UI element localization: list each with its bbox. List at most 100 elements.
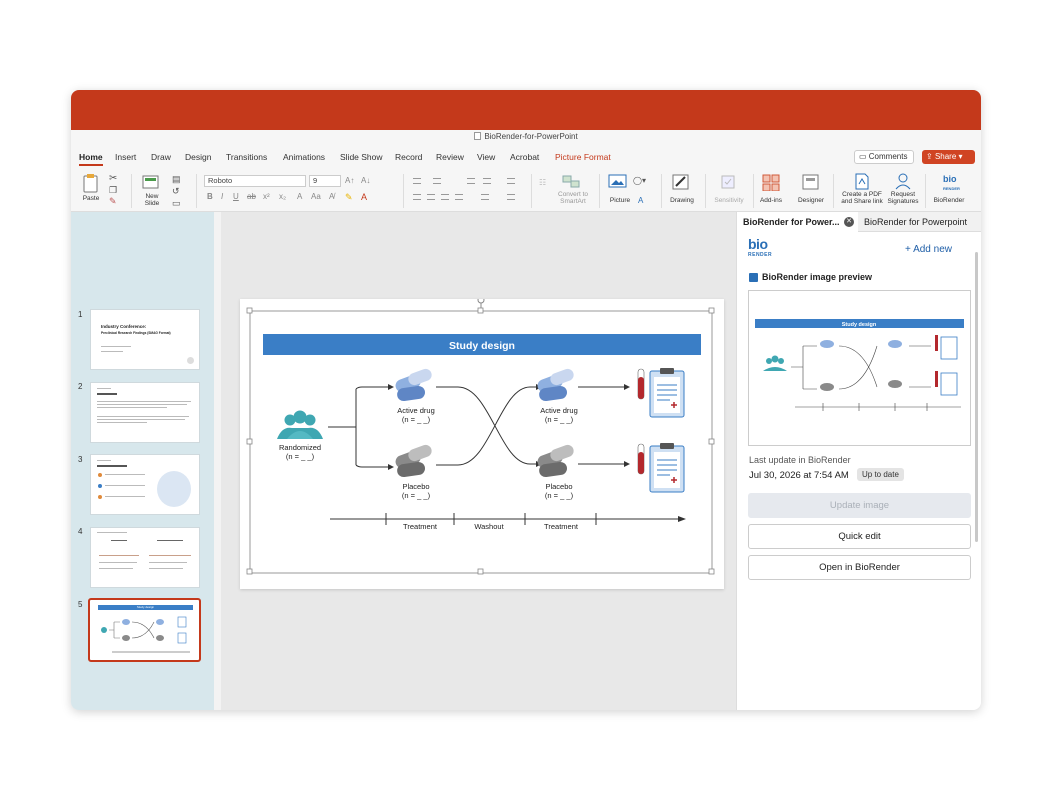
thumb-line bbox=[105, 496, 145, 497]
shapes-icon[interactable]: ◯▾ bbox=[633, 176, 646, 185]
tab-picture-format[interactable]: Picture Format bbox=[555, 152, 611, 162]
section-icon[interactable]: ▭ bbox=[172, 198, 181, 209]
thumb-diagram bbox=[101, 616, 190, 653]
subscript-icon[interactable]: x₂ bbox=[279, 192, 286, 201]
align-center-icon[interactable] bbox=[427, 194, 435, 200]
slide-thumbnail-2[interactable] bbox=[90, 382, 200, 443]
close-icon[interactable]: ✕ bbox=[844, 217, 854, 227]
pill-icon bbox=[395, 368, 432, 402]
drawing-icon[interactable] bbox=[671, 173, 691, 191]
new-slide-icon[interactable] bbox=[141, 173, 161, 191]
decrease-indent-icon[interactable] bbox=[467, 178, 475, 184]
sensitivity-icon[interactable] bbox=[719, 173, 737, 191]
pane-tab-active[interactable]: BioRender for Power... bbox=[737, 212, 858, 232]
thumb-line bbox=[97, 393, 117, 395]
divider bbox=[705, 174, 706, 208]
tab-insert[interactable]: Insert bbox=[115, 152, 136, 162]
share-button[interactable]: ⇪ Share ▾ bbox=[922, 150, 975, 164]
case-icon[interactable]: Aa bbox=[311, 192, 321, 201]
update-image-button[interactable]: Update image bbox=[748, 493, 971, 518]
align-right-icon[interactable] bbox=[441, 194, 449, 200]
pane-tab-other[interactable]: BioRender for Powerpoint bbox=[864, 212, 981, 232]
tab-acrobat[interactable]: Acrobat bbox=[510, 152, 539, 162]
columns-icon[interactable]: ☷ bbox=[539, 178, 546, 187]
slide-thumbnail-5[interactable]: Study design bbox=[88, 598, 201, 662]
thumb-line bbox=[97, 404, 187, 405]
designer-icon[interactable] bbox=[801, 173, 821, 191]
quick-edit-button[interactable]: Quick edit bbox=[748, 524, 971, 549]
slide-thumbnail-1[interactable]: Industry Conference: Preclinical Researc… bbox=[90, 309, 200, 370]
crossover-lines bbox=[436, 386, 540, 466]
align-left-icon[interactable] bbox=[413, 194, 421, 200]
paste-icon[interactable] bbox=[81, 173, 101, 193]
tab-transitions[interactable]: Transitions bbox=[226, 152, 267, 162]
open-in-biorender-button[interactable]: Open in BioRender bbox=[748, 555, 971, 580]
preview-diagram: Study design bbox=[755, 319, 964, 411]
tab-review[interactable]: Review bbox=[436, 152, 464, 162]
pane-scrollbar[interactable] bbox=[975, 252, 978, 542]
thumb-bullet bbox=[98, 484, 102, 488]
copy-icon[interactable]: ❐ bbox=[109, 185, 117, 196]
tab-home[interactable]: Home bbox=[79, 152, 103, 166]
grow-font-icon[interactable]: A↑ bbox=[345, 176, 354, 185]
bold-icon[interactable]: B bbox=[207, 192, 213, 201]
font-size-select[interactable]: 9 bbox=[309, 175, 341, 187]
text-effects-icon[interactable]: A bbox=[297, 192, 302, 201]
add-ins-label: Add-ins bbox=[759, 197, 783, 204]
format-painter-icon[interactable]: ✎ bbox=[109, 196, 117, 207]
font-family-select[interactable]: Roboto bbox=[204, 175, 306, 187]
test-tube-icon bbox=[637, 368, 645, 400]
numbering-icon[interactable] bbox=[433, 178, 441, 184]
tab-draw[interactable]: Draw bbox=[151, 152, 171, 162]
active-drug-n-2: (n = _ _) bbox=[545, 415, 574, 424]
resize-handle bbox=[477, 307, 484, 314]
italic-icon[interactable]: I bbox=[221, 192, 223, 201]
request-signatures-icon[interactable] bbox=[893, 172, 913, 190]
thumb-line bbox=[97, 416, 189, 417]
biorender-ribbon-icon[interactable]: bio RENDER bbox=[943, 175, 960, 193]
biorender-image-preview[interactable]: Study design bbox=[748, 290, 971, 446]
current-slide[interactable]: Study design Randomized (n = _ _) Active… bbox=[240, 296, 724, 589]
tab-slide-show[interactable]: Slide Show bbox=[340, 152, 383, 162]
people-icon bbox=[277, 410, 323, 439]
align-text-icon[interactable] bbox=[507, 194, 515, 200]
clear-format-icon[interactable]: A̸ bbox=[329, 192, 334, 201]
smartart-icon[interactable] bbox=[561, 173, 581, 189]
justify-icon[interactable] bbox=[455, 194, 463, 200]
highlight-icon[interactable]: ✎ bbox=[345, 192, 353, 203]
tab-design[interactable]: Design bbox=[185, 152, 211, 162]
tab-view[interactable]: View bbox=[477, 152, 495, 162]
resize-handle bbox=[246, 307, 253, 314]
tab-record[interactable]: Record bbox=[395, 152, 422, 162]
strikethrough-icon[interactable]: ab bbox=[247, 192, 256, 201]
create-pdf-icon[interactable] bbox=[852, 172, 872, 190]
superscript-icon[interactable]: x² bbox=[263, 192, 270, 201]
bullets-icon[interactable] bbox=[413, 178, 421, 184]
comments-button[interactable]: ▭ Comments bbox=[854, 150, 914, 164]
biorender-ribbon-label: BioRender bbox=[933, 197, 965, 204]
layout-icon[interactable]: ▤ bbox=[172, 174, 181, 185]
textbox-icon[interactable]: A bbox=[638, 196, 643, 205]
placebo-label-2: Placebo bbox=[545, 482, 572, 491]
shrink-font-icon[interactable]: A↓ bbox=[361, 176, 370, 185]
cut-icon[interactable]: ✂ bbox=[109, 173, 117, 184]
add-ins-icon[interactable] bbox=[761, 173, 781, 191]
thumb-line bbox=[99, 568, 133, 569]
study-design-figure[interactable]: Study design Randomized (n = _ _) Active… bbox=[240, 296, 724, 589]
powerpoint-window: BioRender-for-PowerPoint Home Insert Dra… bbox=[71, 90, 981, 710]
picture-icon[interactable] bbox=[608, 173, 628, 189]
thumb-logo bbox=[187, 357, 194, 364]
washout-label: Washout bbox=[474, 522, 504, 531]
underline-icon[interactable]: U bbox=[233, 192, 239, 201]
increase-indent-icon[interactable] bbox=[483, 178, 491, 184]
slide-thumbnail-4[interactable] bbox=[90, 527, 200, 588]
thumb-number: 4 bbox=[78, 527, 83, 536]
text-direction-icon[interactable] bbox=[481, 194, 489, 200]
reset-icon[interactable]: ↺ bbox=[172, 186, 180, 197]
add-new-button[interactable]: + Add new bbox=[905, 244, 952, 255]
line-spacing-icon[interactable] bbox=[507, 178, 515, 184]
slide-thumbnail-3[interactable] bbox=[90, 454, 200, 515]
font-color-icon[interactable]: A bbox=[361, 192, 367, 202]
thumb-line bbox=[101, 346, 131, 347]
tab-animations[interactable]: Animations bbox=[283, 152, 325, 162]
